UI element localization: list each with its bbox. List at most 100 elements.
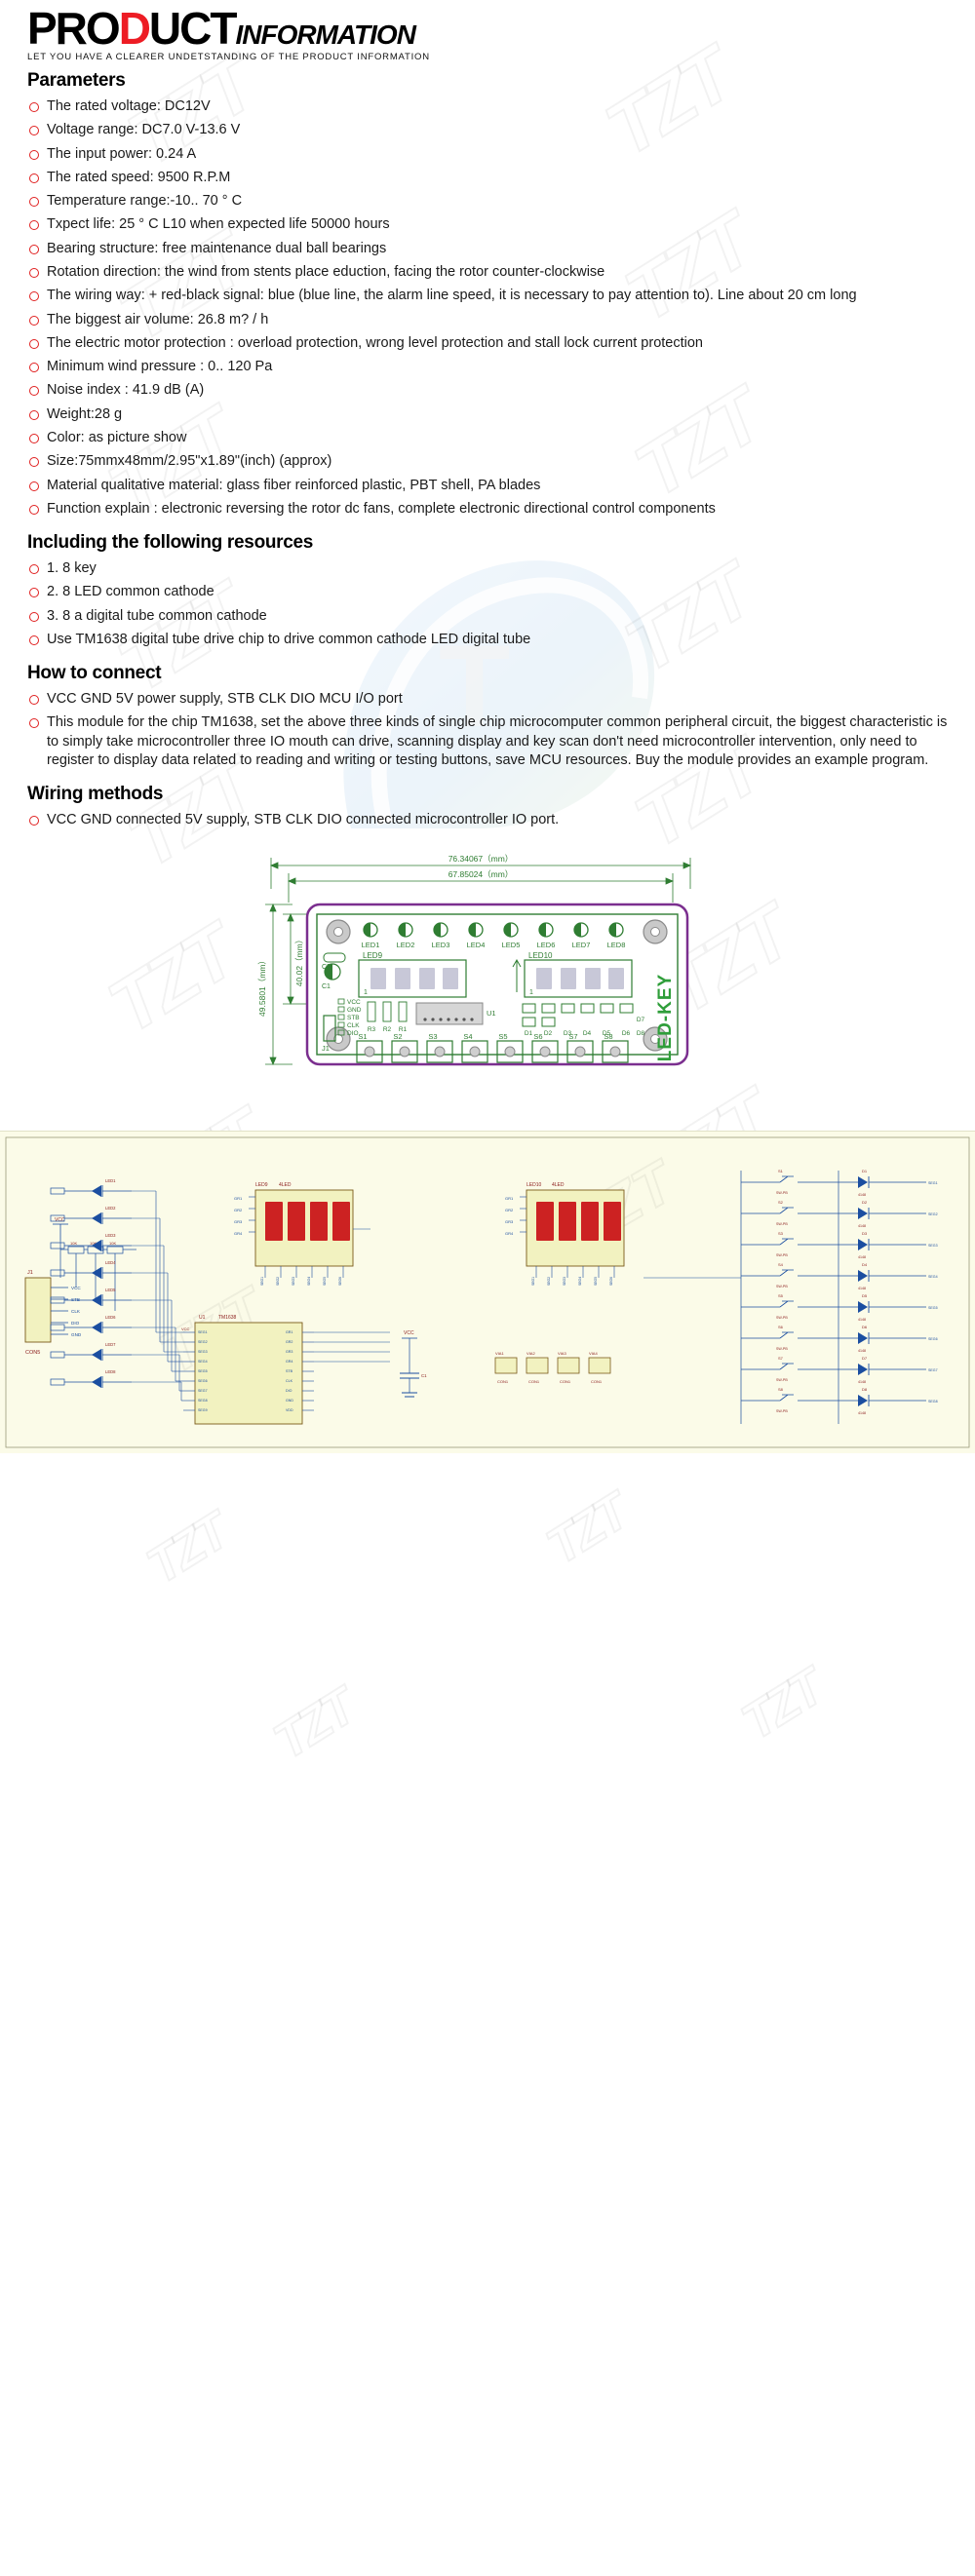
diode-ref: D1	[862, 1169, 868, 1173]
pin-label-gnd: GND	[347, 1007, 362, 1014]
list-item: Txpect life: 25 ° C L10 when expected li…	[27, 215, 956, 234]
list-item: VCC GND connected 5V supply, STB CLK DIO…	[27, 811, 956, 829]
diode-label: D7	[637, 1017, 645, 1023]
watermark-text: TZT	[136, 1503, 237, 1596]
content-area: Parameters The rated voltage: DC12V Volt…	[0, 70, 975, 830]
via-type: CON1	[591, 1379, 603, 1384]
svg-text:SEG7: SEG7	[198, 1389, 208, 1393]
resources-list: 1. 8 key 2. 8 LED common cathode 3. 8 a …	[27, 559, 956, 649]
via-ref: VIA1	[495, 1351, 504, 1356]
diode-label: D6	[622, 1030, 631, 1037]
seg-label: SEG3	[563, 1276, 566, 1285]
section-heading-wiring-methods: Wiring methods	[27, 784, 164, 805]
board-brand-label: LED-KEY	[655, 973, 676, 1060]
dimension-lines-top	[269, 857, 692, 903]
list-item: VCC GND 5V power supply, STB CLK DIO MCU…	[27, 690, 956, 709]
connector-pin-label: GND	[71, 1332, 82, 1337]
seg-label: SEG2	[547, 1276, 551, 1285]
pcb-diagram: 76.34067（mm） 67.85024（mm） 49.5801（mm） 40…	[234, 844, 741, 1117]
led-label: LED7	[572, 941, 591, 949]
diode-ref: D3	[862, 1231, 868, 1236]
page-header: PRO D UCT INFORMATION LET YOU HAVE A CLE…	[0, 0, 975, 62]
svg-text:SEG6: SEG6	[198, 1379, 208, 1383]
seg-label: SEG1	[928, 1181, 938, 1185]
diode-ref: D5	[862, 1293, 868, 1298]
list-item: The input power: 0.24 A	[27, 145, 956, 164]
grid-label: GR3	[505, 1219, 514, 1224]
how-to-connect-list: VCC GND 5V power supply, STB CLK DIO MCU…	[27, 690, 956, 770]
pin-label-clk: CLK	[347, 1022, 360, 1029]
dimension-height-outer: 49.5801（mm）	[257, 956, 267, 1017]
list-item: Minimum wind pressure : 0.. 120 Pa	[27, 358, 956, 376]
led-ref: LED1	[105, 1178, 116, 1183]
via-type: CON1	[497, 1379, 509, 1384]
pin-label-stb: STB	[347, 1015, 360, 1021]
switch-ref: S8	[778, 1387, 784, 1392]
diode-ref: D6	[862, 1325, 868, 1329]
via-ref: VIA3	[558, 1351, 566, 1356]
list-item: 1. 8 key	[27, 559, 956, 578]
seg-label: SEG5	[928, 1306, 938, 1310]
led-label: LED1	[362, 941, 380, 949]
page-subtitle: LET YOU HAVE A CLEARER UNDETSTANDING OF …	[27, 52, 430, 62]
diode-label: D4	[583, 1030, 592, 1037]
seg-label: SEG1	[531, 1276, 535, 1285]
diode-ref: D7	[862, 1356, 868, 1361]
switch-ref: S2	[778, 1200, 784, 1205]
svg-text:DIO: DIO	[286, 1389, 292, 1393]
led-label: LED2	[397, 941, 415, 949]
diode-type: 4148	[858, 1193, 866, 1197]
connector-pin-label: DIO	[71, 1321, 80, 1326]
pin-label-dio: DIO	[347, 1030, 359, 1037]
connector-label-j1: J1	[322, 1044, 330, 1053]
schematic-diagram: TZT TZT J1 CON5 VCC STB CLK DIO GND VCC	[0, 1130, 975, 1453]
title-information: INFORMATION	[235, 19, 415, 50]
list-item: Color: as picture show	[27, 429, 956, 447]
chip-vcc-label: VCC	[181, 1326, 190, 1331]
switch-label: S7	[568, 1032, 577, 1041]
via-type: CON1	[560, 1379, 571, 1384]
connector-name: CON5	[25, 1350, 40, 1356]
svg-text:SEG4: SEG4	[198, 1360, 208, 1364]
display-ref: LED9	[255, 1182, 268, 1188]
schematic-chip-u1: U1 TM1638 SEG1 SEG2 SEG3 SEG4 SEG5 SEG6 SEG7…	[181, 1315, 314, 1425]
pin-label-vcc: VCC	[347, 999, 361, 1006]
watermark-text: TZT	[93, 908, 249, 1051]
switch-type: SW-PB	[776, 1378, 788, 1382]
chip-ref: U1	[199, 1315, 206, 1321]
led-indicator	[503, 921, 519, 938]
list-item: This module for the chip TM1638, set the…	[27, 713, 956, 770]
cap-ref: C1	[421, 1373, 427, 1378]
svg-text:GR4: GR4	[286, 1360, 292, 1364]
title-pro: PRO	[27, 3, 121, 54]
cap-label-c2: C2	[322, 964, 331, 971]
display-left-label: LED9	[363, 951, 383, 960]
led-label: LED8	[607, 941, 626, 949]
switch-label: S6	[533, 1032, 542, 1041]
switch-ref: S5	[778, 1293, 784, 1298]
led-indicator	[468, 921, 484, 938]
led-label: LED4	[467, 941, 486, 949]
title-d: D	[118, 3, 151, 54]
seg-label: SEG8	[928, 1400, 938, 1403]
seg-label: SEG4	[307, 1276, 311, 1285]
list-item: Size:75mmx48mm/2.95"x1.89"(inch) (approx…	[27, 452, 956, 471]
switch-label: S3	[428, 1032, 437, 1041]
list-item: 3. 8 a digital tube common cathode	[27, 607, 956, 626]
chip-label-u1: U1	[487, 1009, 496, 1018]
display-right-label: LED10	[528, 951, 553, 960]
display-right-pin1: 1	[529, 989, 533, 996]
svg-text:SEG9: SEG9	[198, 1408, 208, 1412]
diode-type: 4148	[858, 1349, 866, 1353]
svg-text:SEG2: SEG2	[198, 1340, 208, 1344]
seg-label: SEG5	[323, 1276, 327, 1285]
display-ref: LED10	[526, 1182, 542, 1188]
diode-label: D1	[525, 1030, 533, 1037]
diode-type: 4148	[858, 1287, 866, 1290]
list-item: Temperature range:-10.. 70 ° C	[27, 192, 956, 211]
diode-label: D8	[637, 1030, 645, 1037]
switch-ref: S4	[778, 1262, 784, 1267]
diode-type: 4148	[858, 1380, 866, 1384]
seg-label: SEG3	[292, 1276, 295, 1285]
watermark-text: TZT	[731, 1659, 832, 1751]
